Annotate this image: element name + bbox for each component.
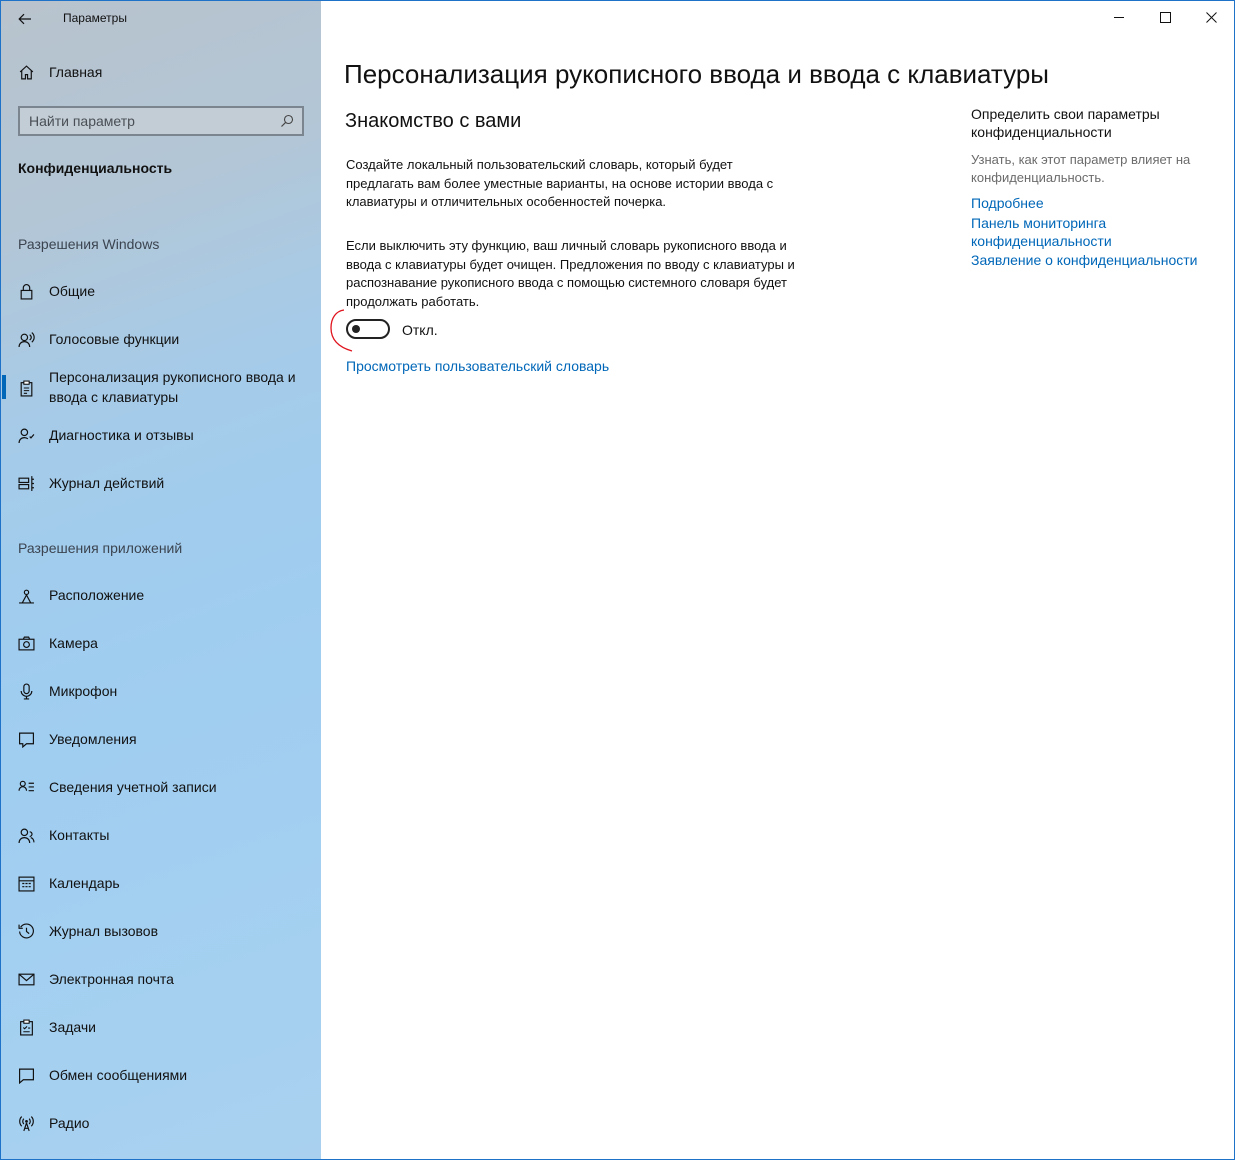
- privacy-dashboard-link[interactable]: Панель мониторинга конфиденциальности: [971, 214, 1131, 250]
- warning-text: Если выключить эту функцию, ваш личный с…: [346, 238, 795, 309]
- tasks-icon: [17, 1018, 35, 1036]
- notification-icon: [17, 730, 35, 748]
- sidebar-item-call-history[interactable]: Журнал вызовов: [17, 921, 317, 941]
- sidebar: Параметры Главная Конфиденциальность Раз…: [1, 1, 321, 1159]
- sidebar-item-label: Сведения учетной записи: [49, 779, 217, 795]
- sidebar-item-inking-typing[interactable]: Персонализация рукописного ввода и ввода…: [17, 367, 317, 407]
- sidebar-item-tasks[interactable]: Задачи: [17, 1017, 317, 1037]
- timeline-icon: [17, 474, 35, 492]
- search-box[interactable]: [18, 106, 304, 136]
- sidebar-item-label: Главная: [49, 64, 103, 80]
- location-icon: [17, 586, 35, 604]
- description-text: Создайте локальный пользовательский слов…: [346, 157, 774, 209]
- sidebar-item-account-info[interactable]: Сведения учетной записи: [17, 777, 317, 797]
- search-input[interactable]: [20, 112, 276, 130]
- sidebar-item-speech[interactable]: Голосовые функции: [17, 329, 317, 349]
- learn-more-link[interactable]: Подробнее: [971, 194, 1044, 212]
- sidebar-item-general[interactable]: Общие: [17, 281, 317, 301]
- sidebar-item-label: Голосовые функции: [49, 331, 180, 347]
- view-dictionary-link[interactable]: Просмотреть пользовательский словарь: [346, 357, 609, 375]
- minimize-button[interactable]: [1096, 1, 1142, 33]
- clipboard-icon: [17, 379, 35, 397]
- sidebar-item-radios[interactable]: Радио: [17, 1113, 317, 1133]
- minimize-icon: [1113, 16, 1124, 18]
- microphone-icon: [17, 682, 35, 700]
- home-icon: [17, 63, 35, 81]
- lock-icon: [17, 282, 35, 300]
- sidebar-item-label: Журнал действий: [49, 475, 165, 491]
- contacts-icon: [17, 826, 35, 844]
- messaging-icon: [17, 1066, 35, 1084]
- calendar-icon: [17, 874, 35, 892]
- mail-icon: [17, 970, 35, 988]
- sidebar-item-label: Камера: [49, 635, 98, 651]
- sidebar-item-location[interactable]: Расположение: [17, 585, 317, 605]
- privacy-heading: Определить свои параметры конфиденциальн…: [971, 106, 1160, 140]
- section-title: Знакомство с вами: [345, 110, 522, 132]
- speech-icon: [17, 330, 35, 348]
- sidebar-item-messaging[interactable]: Обмен сообщениями: [17, 1065, 317, 1085]
- sidebar-item-label: Микрофон: [49, 683, 118, 699]
- category-title: Конфиденциальность: [18, 160, 173, 176]
- group-header-apps: Разрешения приложений: [18, 540, 183, 556]
- sidebar-item-activity-history[interactable]: Журнал действий: [17, 473, 317, 493]
- sidebar-item-label: Общие: [49, 283, 96, 299]
- caption-buttons: [1096, 1, 1234, 33]
- sidebar-item-email[interactable]: Электронная почта: [17, 969, 317, 989]
- page-title: Персонализация рукописного ввода и ввода…: [344, 59, 1049, 89]
- sidebar-item-label: Уведомления: [49, 731, 137, 747]
- sidebar-item-label: Задачи: [49, 1019, 97, 1035]
- sidebar-item-label: Радио: [49, 1115, 90, 1131]
- back-button[interactable]: [13, 7, 37, 31]
- search-icon[interactable]: [276, 110, 298, 132]
- sidebar-item-label: Расположение: [49, 587, 145, 603]
- selected-indicator: [2, 375, 6, 399]
- toggle-knob: [352, 325, 360, 333]
- sidebar-item-label: Контакты: [49, 827, 110, 843]
- sidebar-item-camera[interactable]: Камера: [17, 633, 317, 653]
- sidebar-item-label: Диагностика и отзывы: [49, 427, 194, 443]
- getting-to-know-you-toggle[interactable]: [346, 319, 390, 339]
- sidebar-item-label: Электронная почта: [49, 971, 174, 987]
- privacy-statement-link[interactable]: Заявление о конфиденциальности: [971, 251, 1197, 269]
- sidebar-item-notifications[interactable]: Уведомления: [17, 729, 317, 749]
- radio-icon: [17, 1114, 35, 1132]
- sidebar-item-label: Персонализация рукописного ввода и ввода…: [49, 369, 296, 405]
- sidebar-item-label: Календарь: [49, 875, 120, 891]
- privacy-description: Узнать, как этот параметр влияет на конф…: [971, 152, 1191, 185]
- sidebar-item-diagnostics[interactable]: Диагностика и отзывы: [17, 425, 317, 445]
- toggle-state-label: Откл.: [402, 322, 438, 338]
- sidebar-item-contacts[interactable]: Контакты: [17, 825, 317, 845]
- sidebar-item-home[interactable]: Главная: [17, 63, 102, 81]
- close-button[interactable]: [1188, 1, 1234, 33]
- app-title: Параметры: [63, 11, 127, 25]
- feedback-icon: [17, 426, 35, 444]
- sidebar-item-label: Журнал вызовов: [49, 923, 159, 939]
- back-arrow-icon: [18, 13, 31, 25]
- settings-window: Параметры Главная Конфиденциальность Раз…: [0, 0, 1235, 1160]
- group-header-windows: Разрешения Windows: [18, 236, 160, 252]
- sidebar-item-label: Обмен сообщениями: [49, 1067, 188, 1083]
- close-icon: [1205, 11, 1217, 23]
- camera-icon: [17, 634, 35, 652]
- sidebar-item-calendar[interactable]: Календарь: [17, 873, 317, 893]
- sidebar-item-microphone[interactable]: Микрофон: [17, 681, 317, 701]
- account-info-icon: [17, 778, 35, 796]
- call-history-icon: [17, 922, 35, 940]
- maximize-icon: [1159, 11, 1171, 23]
- maximize-button[interactable]: [1142, 1, 1188, 33]
